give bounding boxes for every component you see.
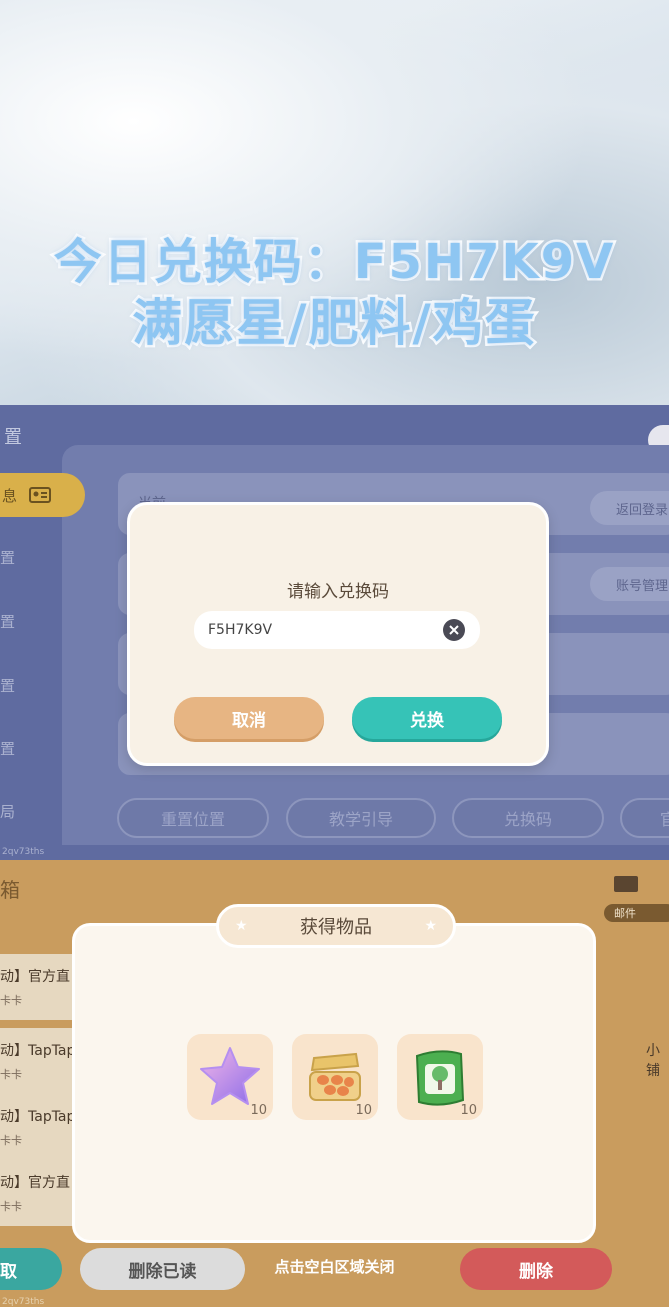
sidebar-item-info[interactable]: 息 bbox=[0, 473, 85, 517]
reset-position-button[interactable]: 重置位置 bbox=[117, 798, 269, 838]
banner-code-line: 今日兑换码：F5H7K9V bbox=[51, 232, 616, 293]
cancel-button[interactable]: 取消 bbox=[174, 697, 324, 739]
envelope-icon[interactable] bbox=[614, 876, 638, 892]
back-to-login-button[interactable]: 返回登录 bbox=[590, 491, 669, 525]
sidebar-item[interactable]: 置 bbox=[0, 547, 15, 568]
reward-popup-header: ★ 获得物品 ★ bbox=[216, 904, 456, 948]
mail-tab[interactable]: 邮件 bbox=[604, 904, 669, 922]
account-manage-button[interactable]: 账号管理 bbox=[590, 567, 669, 601]
version-text: 2qv73ths bbox=[2, 1297, 45, 1307]
close-hint: 点击空白区域关闭 bbox=[274, 1258, 395, 1276]
mail-item-title: 动】TapTap bbox=[0, 1043, 76, 1059]
item-count: 10 bbox=[460, 1103, 477, 1118]
version-text: 2qv73ths bbox=[2, 847, 45, 857]
sidebar-item[interactable]: 置 bbox=[0, 675, 15, 696]
official-button[interactable]: 官 bbox=[620, 798, 669, 838]
item-count: 10 bbox=[250, 1103, 267, 1118]
sidebar-item[interactable]: 局 bbox=[0, 801, 15, 822]
mail-item-sender: 卡卡 bbox=[0, 994, 22, 1007]
sidebar-item-label: 息 bbox=[2, 486, 18, 505]
star-icon: ★ bbox=[424, 918, 437, 934]
shop-label: 小铺 bbox=[646, 1043, 660, 1079]
mail-item-title: 动】官方直 bbox=[0, 969, 70, 985]
dialog-title: 请输入兑换码 bbox=[287, 582, 389, 602]
mail-item-title: 动】TapTap bbox=[0, 1109, 76, 1125]
mail-item-sender: 卡卡 bbox=[0, 1200, 22, 1213]
mail-item-sender: 卡卡 bbox=[0, 1134, 22, 1147]
reward-title: 获得物品 bbox=[300, 917, 372, 938]
reward-item-eggs[interactable]: 10 bbox=[292, 1034, 378, 1120]
banner-rewards-line: 满愿星/肥料/鸡蛋 bbox=[130, 292, 538, 355]
star-icon: ★ bbox=[235, 918, 248, 934]
promo-banner: 今日兑换码：F5H7K9V 满愿星/肥料/鸡蛋 bbox=[0, 0, 669, 405]
id-card-icon bbox=[29, 487, 52, 503]
item-count: 10 bbox=[355, 1103, 372, 1118]
sidebar-item[interactable]: 置 bbox=[0, 738, 15, 759]
settings-title: 置 bbox=[4, 427, 22, 448]
mail-title: 箱 bbox=[0, 878, 20, 902]
redeem-dialog: 请输入兑换码 取消 兑换 bbox=[127, 502, 549, 766]
sidebar-item[interactable]: 置 bbox=[0, 611, 15, 632]
mail-item-sender: 卡卡 bbox=[0, 1068, 22, 1081]
tutorial-button[interactable]: 教学引导 bbox=[286, 798, 436, 838]
redeem-code-button[interactable]: 兑换码 bbox=[452, 798, 604, 838]
clear-input-icon[interactable] bbox=[443, 619, 465, 641]
mail-item-title: 动】官方直 bbox=[0, 1175, 70, 1191]
reward-item-wish-star[interactable]: 10 bbox=[187, 1034, 273, 1120]
reward-item-fertilizer[interactable]: 10 bbox=[397, 1034, 483, 1120]
redeem-code-input[interactable] bbox=[194, 611, 480, 649]
redeem-button[interactable]: 兑换 bbox=[352, 697, 502, 739]
